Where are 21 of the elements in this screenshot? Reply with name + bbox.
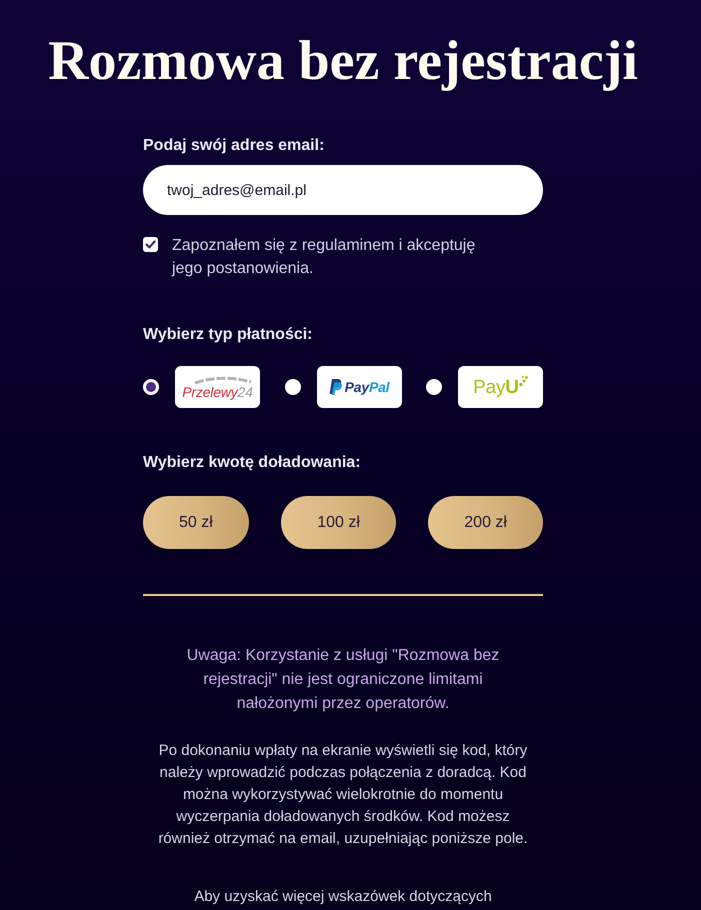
p-monogram-icon — [328, 379, 342, 395]
email-label: Podaj swój adres email: — [143, 136, 326, 156]
payment-label: Wybierz typ płatności: — [143, 325, 314, 345]
consent-text: Zapoznałem się z regulaminem i akceptuję jego postanowienia. — [172, 236, 476, 279]
radio-button[interactable] — [284, 379, 300, 395]
email-input[interactable]: twoj_adres@email.pl — [143, 165, 543, 215]
amount-label: Wybierz kwotę doładowania: — [143, 453, 362, 473]
radio-button[interactable] — [143, 379, 159, 395]
checkbox[interactable] — [143, 237, 158, 252]
radio-button[interactable] — [426, 379, 442, 395]
notice-text: Uwaga: Korzystanie z usługi "Rozmowa bez rejestracji" nie jest ograniczone limitami nałożonymi przez operatorów. — [186, 646, 500, 714]
page-title: Rozmowa bez rejestracji — [48, 29, 638, 93]
amount-button[interactable]: 100 zł — [281, 496, 396, 549]
payment-logo-button[interactable]: Przelewy24 — [175, 366, 260, 408]
amount-button[interactable]: 50 zł — [143, 496, 249, 549]
payment-logo-button[interactable]: PayPal — [316, 366, 402, 408]
more-text: Aby uzyskać więcej wskazówek dotyczących — [194, 888, 492, 906]
swoosh-icon — [194, 375, 252, 384]
dots-icon — [518, 375, 528, 387]
amount-button[interactable]: 200 zł — [428, 496, 543, 549]
info-text: Po dokonaniu wpłaty na ekranie wyświetli się kod, który należy wprowadzić podczas połączenia z doradcą. Kod można wykorzystywać wielokrotnie do momentu wyczerpania doładowanych środków. Kod możesz również otrzymać na email, uzupełniając poniższe pole. — [157, 741, 529, 849]
